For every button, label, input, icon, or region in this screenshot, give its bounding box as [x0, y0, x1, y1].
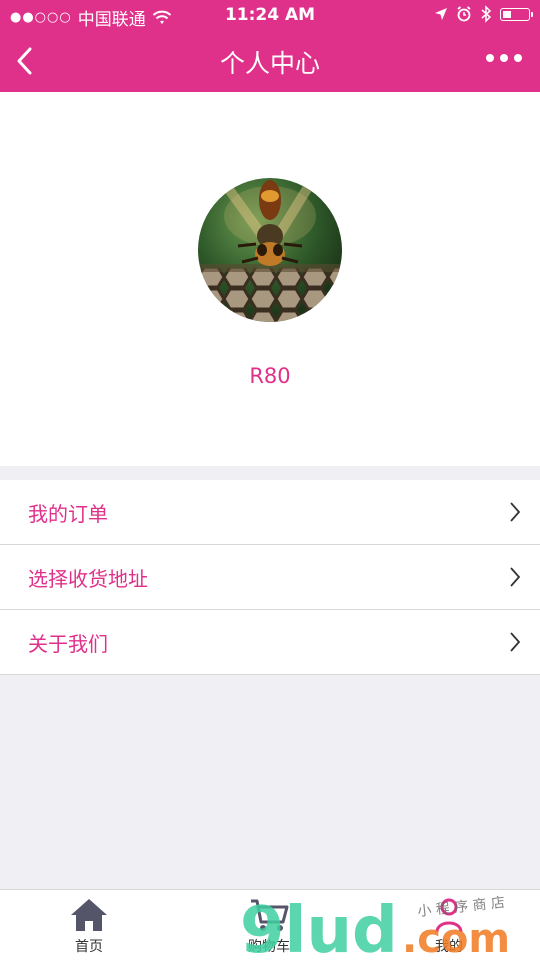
menu-item-label: 我的订单 [28, 502, 108, 526]
tab-bar: 首页 购物车 我的 [0, 889, 540, 960]
avatar-photo [198, 180, 342, 322]
more-dots-icon[interactable] [486, 54, 522, 62]
chevron-right-icon [510, 502, 521, 522]
battery-icon [500, 7, 533, 21]
location-icon [435, 8, 447, 20]
menu-item-about[interactable]: 关于我们 [0, 610, 540, 675]
nav-bar: 个人中心 [0, 30, 540, 92]
profile-card: R80 [0, 92, 540, 466]
user-icon [435, 898, 463, 933]
tab-home[interactable]: 首页 [29, 896, 149, 956]
home-icon [71, 899, 107, 931]
bluetooth-icon [481, 5, 492, 23]
more-dot [486, 54, 494, 62]
tab-cart[interactable]: 购物车 [209, 896, 329, 956]
chevron-right-icon [510, 567, 521, 587]
tab-label: 我的 [435, 939, 463, 955]
username: R80 [249, 364, 291, 388]
menu-item-orders[interactable]: 我的订单 [0, 480, 540, 545]
cart-icon [251, 899, 289, 931]
menu-item-label: 关于我们 [28, 632, 108, 656]
status-bar: ●●○○○ 中国联通 11:24 AM [0, 0, 540, 30]
tab-mine[interactable]: 我的 [389, 896, 509, 956]
tab-label: 首页 [75, 939, 103, 955]
more-dot [514, 54, 522, 62]
menu-item-label: 选择收货地址 [28, 567, 148, 591]
status-right [434, 5, 533, 23]
page-title: 个人中心 [219, 49, 320, 78]
avatar[interactable] [198, 178, 342, 322]
chevron-right-icon [510, 632, 521, 652]
menu-list: 我的订单 选择收货地址 关于我们 [0, 480, 540, 675]
tab-label: 购物车 [248, 939, 290, 955]
more-dot [500, 54, 508, 62]
menu-item-address[interactable]: 选择收货地址 [0, 545, 540, 610]
alarm-icon [457, 6, 471, 22]
